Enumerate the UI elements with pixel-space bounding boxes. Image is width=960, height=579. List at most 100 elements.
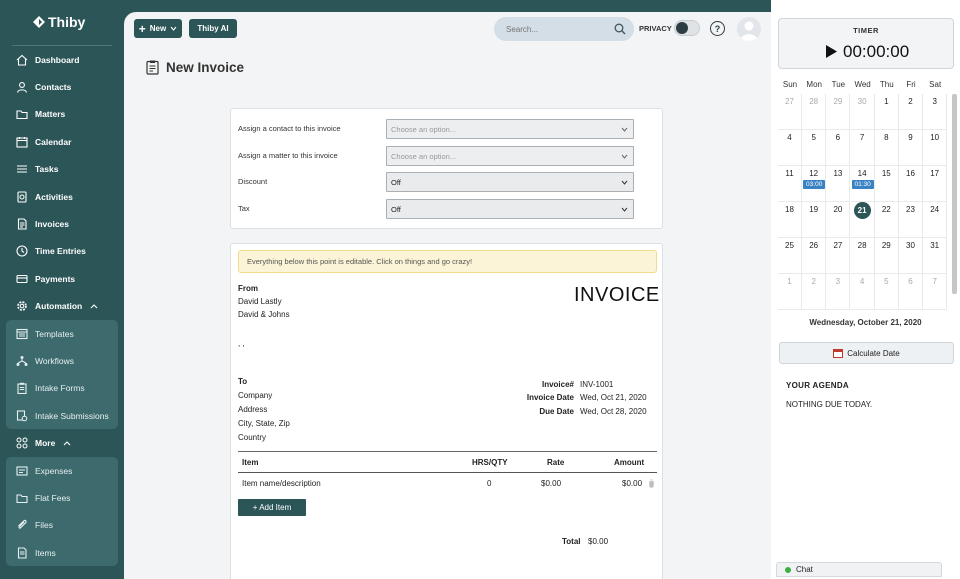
sidebar-item-flat-fees[interactable]: Flat Fees bbox=[6, 484, 118, 511]
sidebar-item-contacts[interactable]: Contacts bbox=[0, 73, 124, 100]
row-item[interactable]: Item name/description bbox=[242, 479, 321, 488]
calendar-day[interactable]: 27 bbox=[778, 94, 802, 130]
discount-select[interactable]: Off bbox=[386, 172, 634, 192]
to-country[interactable]: Country bbox=[238, 433, 266, 442]
thiby-ai-button[interactable]: Thiby AI bbox=[189, 19, 237, 38]
calendar-event[interactable]: 03:00 bbox=[803, 180, 826, 189]
matter-select[interactable]: Choose an option... bbox=[386, 146, 634, 166]
calendar-day[interactable]: 3 bbox=[826, 274, 851, 310]
invoice-date-value[interactable]: Wed, Oct 21, 2020 bbox=[580, 393, 647, 402]
calendar-day[interactable]: 17 bbox=[923, 166, 948, 202]
calendar-day[interactable]: 7 bbox=[850, 130, 875, 166]
sidebar-item-intake-submissions[interactable]: Intake Submissions bbox=[6, 402, 118, 429]
calendar-day[interactable]: 23 bbox=[899, 202, 923, 238]
home-icon bbox=[15, 53, 28, 66]
timer-widget: TIMER 00:00:00 bbox=[778, 18, 954, 69]
sidebar-item-calendar[interactable]: Calendar bbox=[0, 128, 124, 155]
calendar-day[interactable]: 2 bbox=[899, 94, 923, 130]
to-address[interactable]: Address bbox=[238, 405, 267, 414]
row-rate[interactable]: $0.00 bbox=[541, 479, 561, 488]
calendar-day[interactable]: 28 bbox=[850, 238, 875, 274]
row-hrs[interactable]: 0 bbox=[487, 479, 491, 488]
calendar-day[interactable]: 6 bbox=[899, 274, 923, 310]
calendar-scrollbar[interactable] bbox=[952, 94, 957, 294]
calendar-day[interactable]: 30 bbox=[850, 94, 875, 130]
calendar-day[interactable]: 6 bbox=[826, 130, 851, 166]
sidebar-item-more[interactable]: More bbox=[0, 429, 124, 456]
sidebar-item-templates[interactable]: Templates bbox=[6, 320, 118, 347]
calendar-day[interactable]: 18 bbox=[778, 202, 802, 238]
calendar-day[interactable]: 29 bbox=[826, 94, 851, 130]
sidebar-item-payments[interactable]: Payments bbox=[0, 265, 124, 292]
calendar-day[interactable]: 27 bbox=[826, 238, 851, 274]
calendar-day[interactable]: 2 bbox=[802, 274, 827, 310]
help-icon[interactable]: ? bbox=[710, 21, 725, 36]
new-button[interactable]: + New bbox=[134, 19, 182, 38]
sidebar-item-files[interactable]: Files bbox=[6, 512, 118, 539]
to-city[interactable]: City, State, Zip bbox=[238, 419, 290, 428]
calendar-day[interactable]: 31 bbox=[923, 238, 948, 274]
privacy-toggle[interactable] bbox=[674, 20, 700, 36]
row-amount[interactable]: $0.00 bbox=[622, 479, 642, 488]
search-input[interactable] bbox=[506, 24, 606, 34]
calendar-day[interactable]: 26 bbox=[802, 238, 827, 274]
avatar[interactable] bbox=[737, 17, 761, 41]
calendar-day[interactable]: 5 bbox=[874, 274, 899, 310]
calendar-day[interactable]: 15 bbox=[874, 166, 899, 202]
calendar-day[interactable]: 14 01:30 bbox=[850, 166, 875, 202]
page-title-text: New Invoice bbox=[166, 60, 245, 75]
from-name[interactable]: David Lastly bbox=[238, 297, 282, 306]
tax-select[interactable]: Off bbox=[386, 199, 634, 219]
calendar-day[interactable]: 25 bbox=[778, 238, 802, 274]
sidebar-item-tasks[interactable]: Tasks bbox=[0, 156, 124, 183]
calculate-date-button[interactable]: Calculate Date bbox=[779, 342, 954, 364]
sidebar-item-items[interactable]: Items bbox=[6, 539, 118, 566]
calendar-day[interactable]: 8 bbox=[874, 130, 899, 166]
invoice-heading[interactable]: INVOICE bbox=[574, 284, 660, 307]
calendar-day[interactable]: 30 bbox=[899, 238, 923, 274]
sidebar-item-dashboard[interactable]: Dashboard bbox=[0, 46, 124, 73]
day-number: 19 bbox=[809, 205, 819, 214]
calendar-day[interactable]: 7 bbox=[923, 274, 948, 310]
calendar-day[interactable]: 9 bbox=[899, 130, 923, 166]
calendar-day[interactable]: 20 bbox=[826, 202, 851, 238]
sidebar-item-automation[interactable]: Automation bbox=[0, 293, 124, 320]
sidebar-item-expenses[interactable]: Expenses bbox=[6, 457, 118, 484]
calendar-day[interactable]: 16 bbox=[899, 166, 923, 202]
calendar-day[interactable]: 10 bbox=[923, 130, 948, 166]
sidebar-item-intake-forms[interactable]: Intake Forms bbox=[6, 375, 118, 402]
calendar-day[interactable]: 22 bbox=[874, 202, 899, 238]
search-icon[interactable] bbox=[614, 23, 626, 35]
trash-icon[interactable] bbox=[648, 479, 655, 488]
calendar-day[interactable]: 21 bbox=[850, 202, 875, 238]
due-date-value[interactable]: Wed, Oct 28, 2020 bbox=[580, 407, 647, 416]
sidebar-item-workflows[interactable]: Workflows bbox=[6, 347, 118, 374]
calendar-day[interactable]: 1 bbox=[874, 94, 899, 130]
from-company[interactable]: David & Johns bbox=[238, 310, 290, 319]
invoice-number-value[interactable]: INV-1001 bbox=[580, 380, 613, 389]
calendar-day[interactable]: 3 bbox=[923, 94, 948, 130]
calendar-event[interactable]: 01:30 bbox=[851, 180, 874, 189]
calendar-day[interactable]: 4 bbox=[778, 130, 802, 166]
calendar-day[interactable]: 13 bbox=[826, 166, 851, 202]
calendar-day[interactable]: 1 bbox=[778, 274, 802, 310]
play-icon[interactable] bbox=[825, 44, 838, 59]
to-company[interactable]: Company bbox=[238, 391, 272, 400]
sidebar-item-matters[interactable]: Matters bbox=[0, 101, 124, 128]
calendar-day[interactable]: 12 03:00 bbox=[802, 166, 827, 202]
logo[interactable]: Thiby bbox=[33, 14, 85, 30]
calendar-day[interactable]: 28 bbox=[802, 94, 827, 130]
from-address[interactable]: , , bbox=[238, 339, 245, 348]
sidebar-item-invoices[interactable]: Invoices bbox=[0, 210, 124, 237]
calendar-day[interactable]: 19 bbox=[802, 202, 827, 238]
contact-select[interactable]: Choose an option... bbox=[386, 119, 634, 139]
chat-button[interactable]: Chat bbox=[776, 562, 942, 577]
calendar-day[interactable]: 24 bbox=[923, 202, 948, 238]
add-item-button[interactable]: + Add Item bbox=[238, 499, 306, 516]
calendar-day[interactable]: 11 bbox=[778, 166, 802, 202]
sidebar-item-activities[interactable]: Activities bbox=[0, 183, 124, 210]
calendar-day[interactable]: 29 bbox=[874, 238, 899, 274]
calendar-day[interactable]: 5 bbox=[802, 130, 827, 166]
calendar-day[interactable]: 4 bbox=[850, 274, 875, 310]
sidebar-item-time-entries[interactable]: Time Entries bbox=[0, 238, 124, 265]
